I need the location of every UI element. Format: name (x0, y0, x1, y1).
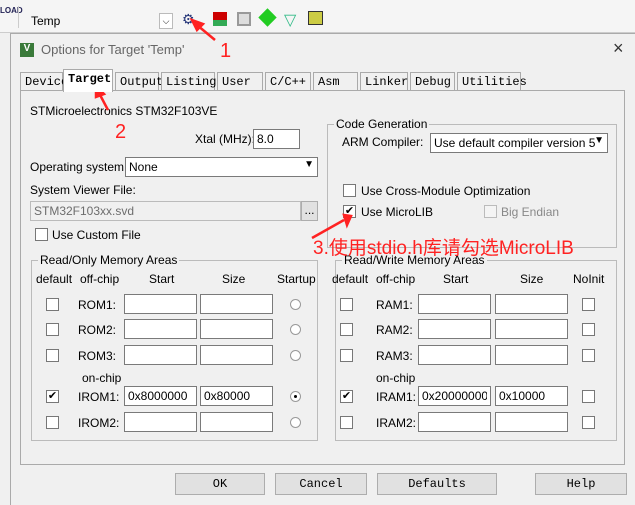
annotation-1: 1 (220, 40, 232, 62)
tab-target[interactable]: Target (63, 69, 113, 92)
annotation-3: 3.使用stdio.h库请勾选MicroLIB (313, 238, 574, 259)
annotation-2: 2 (115, 121, 127, 143)
